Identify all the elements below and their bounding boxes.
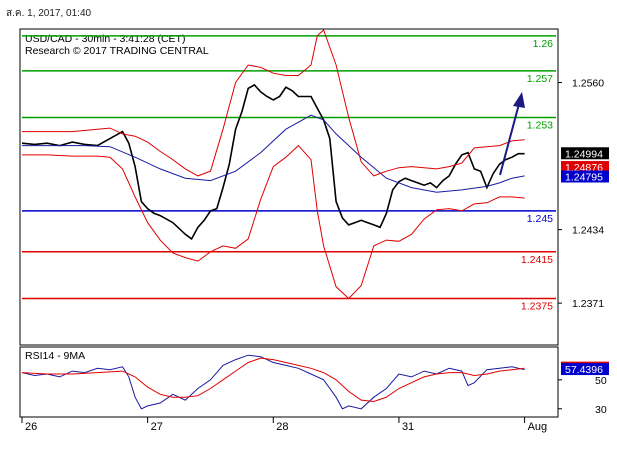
level-label-5: 1.2375	[521, 300, 553, 312]
chart-area: USD/CAD - 30min - 3:41:28 (CET) Research…	[19, 28, 609, 433]
y-tick-label-2: 1.2371	[572, 298, 604, 310]
rsi-y-tick-label-0: 50	[595, 375, 607, 387]
level-label-3: 1.245	[527, 213, 553, 225]
price-tag-0: 1.24994	[565, 148, 603, 160]
x-tick-label-3: 31	[402, 421, 414, 433]
chart-title: USD/CAD - 30min - 3:41:28 (CET)	[25, 33, 185, 45]
level-label-2: 1.253	[527, 120, 553, 132]
y-tick-label-1: 1.2434	[572, 225, 604, 237]
y-tick-label-0: 1.2560	[572, 78, 604, 90]
price-tag-2: 1.24795	[565, 171, 603, 183]
level-label-4: 1.2415	[521, 254, 553, 266]
main-panel-frame	[19, 28, 559, 346]
rsi-panel-frame	[19, 346, 559, 418]
x-tick-label-1: 27	[151, 421, 163, 433]
level-label-0: 1.26	[533, 38, 554, 50]
rsi-title: RSI14 - 9MA	[25, 350, 85, 362]
x-tick-label-2: 28	[276, 421, 288, 433]
level-label-1: 1.257	[527, 73, 553, 85]
x-tick-label-0: 26	[25, 421, 37, 433]
rsi-y-tick-label-1: 30	[595, 404, 607, 416]
chart-subtitle: Research © 2017 TRADING CENTRAL	[25, 45, 209, 57]
x-tick-label-4: Aug	[528, 421, 548, 433]
rsi-tag-1: 57.4396	[565, 364, 603, 376]
